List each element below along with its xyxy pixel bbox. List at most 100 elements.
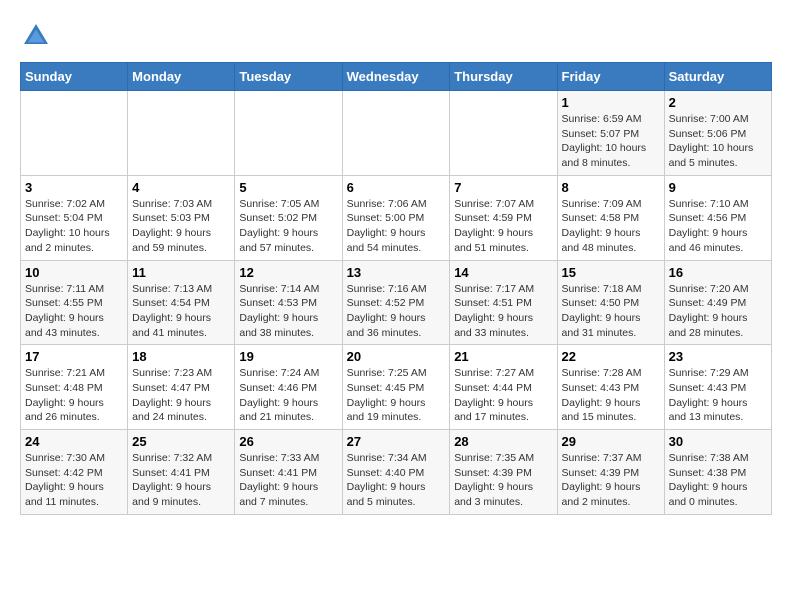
weekday-row: SundayMondayTuesdayWednesdayThursdayFrid… — [21, 63, 772, 91]
day-info: Sunrise: 7:33 AM Sunset: 4:41 PM Dayligh… — [239, 451, 337, 510]
day-number: 20 — [347, 349, 446, 364]
day-number: 21 — [454, 349, 552, 364]
calendar-cell — [342, 91, 450, 176]
page-header — [20, 20, 772, 52]
day-number: 3 — [25, 180, 123, 195]
calendar-cell: 13 Sunrise: 7:16 AM Sunset: 4:52 PM Dayli… — [342, 260, 450, 345]
day-info: Sunrise: 7:17 AM Sunset: 4:51 PM Dayligh… — [454, 282, 552, 341]
calendar-week-4: 17Sunrise: 7:21 AM Sunset: 4:48 PM Dayli… — [21, 345, 772, 430]
day-info: Sunrise: 7:21 AM Sunset: 4:48 PM Dayligh… — [25, 366, 123, 425]
calendar-cell: 3 Sunrise: 7:02 AM Sunset: 5:04 PM Daylig… — [21, 175, 128, 260]
day-info: Sunrise: 7:05 AM Sunset: 5:02 PM Dayligh… — [239, 197, 337, 256]
day-info: Sunrise: 7:32 AM Sunset: 4:41 PM Dayligh… — [132, 451, 230, 510]
day-info: Sunrise: 7:00 AM Sunset: 5:06 PM Dayligh… — [669, 112, 767, 171]
day-info: Sunrise: 7:02 AM Sunset: 5:04 PM Dayligh… — [25, 197, 123, 256]
weekday-header-monday: Monday — [128, 63, 235, 91]
day-number: 11 — [132, 265, 230, 280]
calendar-cell: 25Sunrise: 7:32 AM Sunset: 4:41 PM Dayli… — [128, 430, 235, 515]
day-number: 5 — [239, 180, 337, 195]
calendar-cell: 21Sunrise: 7:27 AM Sunset: 4:44 PM Dayli… — [450, 345, 557, 430]
calendar-cell — [21, 91, 128, 176]
calendar-cell: 24 Sunrise: 7:30 AM Sunset: 4:42 PM Dayli… — [21, 430, 128, 515]
day-info: Sunrise: 7:28 AM Sunset: 4:43 PM Dayligh… — [562, 366, 660, 425]
calendar-body: 1 Sunrise: 6:59 AM Sunset: 5:07 PM Daylig… — [21, 91, 772, 515]
weekday-header-tuesday: Tuesday — [235, 63, 342, 91]
day-info: Sunrise: 7:20 AM Sunset: 4:49 PM Dayligh… — [669, 282, 767, 341]
calendar-cell: 16 Sunrise: 7:20 AM Sunset: 4:49 PM Dayli… — [664, 260, 771, 345]
calendar-cell: 8Sunrise: 7:09 AM Sunset: 4:58 PM Daylig… — [557, 175, 664, 260]
weekday-header-wednesday: Wednesday — [342, 63, 450, 91]
calendar-cell: 12 Sunrise: 7:14 AM Sunset: 4:53 PM Dayli… — [235, 260, 342, 345]
day-number: 19 — [239, 349, 337, 364]
calendar-week-1: 1 Sunrise: 6:59 AM Sunset: 5:07 PM Daylig… — [21, 91, 772, 176]
day-info: Sunrise: 7:18 AM Sunset: 4:50 PM Dayligh… — [562, 282, 660, 341]
day-number: 9 — [669, 180, 767, 195]
day-info: Sunrise: 7:23 AM Sunset: 4:47 PM Dayligh… — [132, 366, 230, 425]
calendar-week-2: 3 Sunrise: 7:02 AM Sunset: 5:04 PM Daylig… — [21, 175, 772, 260]
calendar-cell: 18 Sunrise: 7:23 AM Sunset: 4:47 PM Dayli… — [128, 345, 235, 430]
day-info: Sunrise: 7:34 AM Sunset: 4:40 PM Dayligh… — [347, 451, 446, 510]
calendar-cell: 5 Sunrise: 7:05 AM Sunset: 5:02 PM Daylig… — [235, 175, 342, 260]
calendar-cell — [128, 91, 235, 176]
calendar-cell — [450, 91, 557, 176]
calendar-week-3: 10 Sunrise: 7:11 AM Sunset: 4:55 PM Dayli… — [21, 260, 772, 345]
calendar-cell: 14Sunrise: 7:17 AM Sunset: 4:51 PM Dayli… — [450, 260, 557, 345]
day-info: Sunrise: 7:10 AM Sunset: 4:56 PM Dayligh… — [669, 197, 767, 256]
day-number: 6 — [347, 180, 446, 195]
day-number: 7 — [454, 180, 552, 195]
day-number: 4 — [132, 180, 230, 195]
calendar-cell: 30Sunrise: 7:38 AM Sunset: 4:38 PM Dayli… — [664, 430, 771, 515]
day-number: 16 — [669, 265, 767, 280]
calendar-cell: 9 Sunrise: 7:10 AM Sunset: 4:56 PM Daylig… — [664, 175, 771, 260]
day-number: 30 — [669, 434, 767, 449]
day-info: Sunrise: 7:07 AM Sunset: 4:59 PM Dayligh… — [454, 197, 552, 256]
day-number: 29 — [562, 434, 660, 449]
calendar-week-5: 24 Sunrise: 7:30 AM Sunset: 4:42 PM Dayli… — [21, 430, 772, 515]
calendar-cell: 1 Sunrise: 6:59 AM Sunset: 5:07 PM Daylig… — [557, 91, 664, 176]
calendar-cell: 26 Sunrise: 7:33 AM Sunset: 4:41 PM Dayli… — [235, 430, 342, 515]
calendar-cell: 28Sunrise: 7:35 AM Sunset: 4:39 PM Dayli… — [450, 430, 557, 515]
day-info: Sunrise: 7:29 AM Sunset: 4:43 PM Dayligh… — [669, 366, 767, 425]
day-number: 22 — [562, 349, 660, 364]
day-number: 8 — [562, 180, 660, 195]
day-number: 12 — [239, 265, 337, 280]
calendar-cell: 11Sunrise: 7:13 AM Sunset: 4:54 PM Dayli… — [128, 260, 235, 345]
weekday-header-friday: Friday — [557, 63, 664, 91]
calendar-cell: 22 Sunrise: 7:28 AM Sunset: 4:43 PM Dayli… — [557, 345, 664, 430]
day-number: 1 — [562, 95, 660, 110]
day-number: 2 — [669, 95, 767, 110]
day-number: 24 — [25, 434, 123, 449]
calendar-cell: 29 Sunrise: 7:37 AM Sunset: 4:39 PM Dayli… — [557, 430, 664, 515]
day-number: 18 — [132, 349, 230, 364]
calendar-cell: 17Sunrise: 7:21 AM Sunset: 4:48 PM Dayli… — [21, 345, 128, 430]
day-number: 10 — [25, 265, 123, 280]
calendar-cell: 2 Sunrise: 7:00 AM Sunset: 5:06 PM Daylig… — [664, 91, 771, 176]
day-info: Sunrise: 7:35 AM Sunset: 4:39 PM Dayligh… — [454, 451, 552, 510]
calendar-cell: 19 Sunrise: 7:24 AM Sunset: 4:46 PM Dayli… — [235, 345, 342, 430]
day-number: 15 — [562, 265, 660, 280]
day-number: 27 — [347, 434, 446, 449]
day-info: Sunrise: 7:03 AM Sunset: 5:03 PM Dayligh… — [132, 197, 230, 256]
day-info: Sunrise: 6:59 AM Sunset: 5:07 PM Dayligh… — [562, 112, 660, 171]
calendar-cell: 23 Sunrise: 7:29 AM Sunset: 4:43 PM Dayli… — [664, 345, 771, 430]
day-info: Sunrise: 7:11 AM Sunset: 4:55 PM Dayligh… — [25, 282, 123, 341]
calendar-cell: 4 Sunrise: 7:03 AM Sunset: 5:03 PM Daylig… — [128, 175, 235, 260]
calendar-header: SundayMondayTuesdayWednesdayThursdayFrid… — [21, 63, 772, 91]
calendar-cell: 27 Sunrise: 7:34 AM Sunset: 4:40 PM Dayli… — [342, 430, 450, 515]
calendar-cell: 7 Sunrise: 7:07 AM Sunset: 4:59 PM Daylig… — [450, 175, 557, 260]
logo — [20, 20, 56, 52]
logo-icon — [20, 20, 52, 52]
calendar-cell — [235, 91, 342, 176]
weekday-header-saturday: Saturday — [664, 63, 771, 91]
day-info: Sunrise: 7:37 AM Sunset: 4:39 PM Dayligh… — [562, 451, 660, 510]
calendar-cell: 20 Sunrise: 7:25 AM Sunset: 4:45 PM Dayli… — [342, 345, 450, 430]
day-info: Sunrise: 7:14 AM Sunset: 4:53 PM Dayligh… — [239, 282, 337, 341]
day-info: Sunrise: 7:25 AM Sunset: 4:45 PM Dayligh… — [347, 366, 446, 425]
day-number: 13 — [347, 265, 446, 280]
day-info: Sunrise: 7:24 AM Sunset: 4:46 PM Dayligh… — [239, 366, 337, 425]
day-number: 23 — [669, 349, 767, 364]
day-number: 26 — [239, 434, 337, 449]
day-info: Sunrise: 7:16 AM Sunset: 4:52 PM Dayligh… — [347, 282, 446, 341]
calendar-cell: 10 Sunrise: 7:11 AM Sunset: 4:55 PM Dayli… — [21, 260, 128, 345]
day-info: Sunrise: 7:30 AM Sunset: 4:42 PM Dayligh… — [25, 451, 123, 510]
